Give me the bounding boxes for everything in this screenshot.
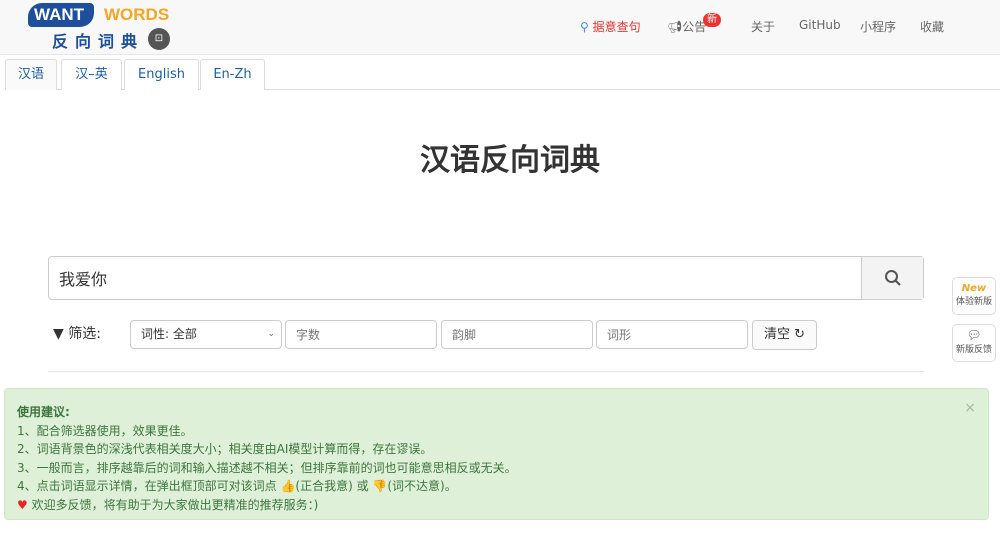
tip-item: 3、一般而言，排序越靠后的词和输入描述越不相关；但排序靠前的词也可能意思相反或无…: [17, 460, 517, 475]
close-icon[interactable]: ×: [964, 399, 976, 418]
filter-label-text: 筛选:: [68, 326, 101, 342]
tab-chinese[interactable]: 汉语: [5, 59, 57, 90]
logo[interactable]: WANT WORDS 反向词典 ⊡: [28, 2, 170, 51]
try-new-version-button[interactable]: New 体验新版: [952, 277, 996, 315]
tab-en-zh[interactable]: En-Zh: [200, 59, 265, 90]
pos-select[interactable]: 词性: 全部 ⌄: [130, 320, 282, 349]
nav-search-label: 据意查句: [592, 20, 641, 34]
word-form-input[interactable]: [596, 320, 748, 349]
tips-title: 使用建议:: [17, 405, 70, 419]
tip-item: 4、点击词语显示详情，在弹出框顶部可对该词点 👍(正合我意) 或 👎(词不达意)…: [17, 479, 457, 493]
nav-about[interactable]: 关于: [751, 18, 775, 35]
search-icon: [884, 270, 901, 286]
rhyme-input[interactable]: [441, 320, 593, 349]
tab-english[interactable]: English: [124, 59, 199, 90]
search-input[interactable]: [49, 257, 862, 299]
pos-select-value: 词性: 全部: [141, 327, 197, 341]
refresh-icon: ↻: [794, 327, 806, 342]
filter-icon: ▼: [53, 326, 64, 342]
filter-label: ▼ 筛选:: [53, 323, 101, 343]
header: WANT WORDS 反向词典 ⊡ ⚲ 据意查句 📢︎公告 新 关于 GitHu…: [0, 0, 1000, 55]
tips-alert: × 使用建议: 1、配合筛选器使用，效果更佳。 2、词语背景色的深浅代表相关度大…: [4, 388, 989, 520]
tip-item: 1、配合筛选器使用，效果更佳。: [17, 423, 193, 438]
tip-footer: ♥ 欢迎多反馈，将有助于为大家做出更精准的推荐服务：): [17, 496, 976, 515]
search-bar: [48, 256, 924, 300]
new-icon: New: [961, 283, 987, 294]
nav-miniprogram[interactable]: 小程序: [860, 18, 896, 35]
char-count-input[interactable]: [285, 320, 437, 349]
megaphone-icon: 📢︎: [667, 20, 683, 34]
nav-favorite[interactable]: 收藏: [920, 18, 944, 35]
logo-words: WORDS: [104, 5, 170, 24]
tip-item: 2、词语背景色的深浅代表相关度大小；相关度由AI模型计算而得，存在谬误。: [17, 442, 433, 456]
tab-chinese-english[interactable]: 汉–英: [61, 59, 122, 90]
new-badge: 新: [703, 13, 721, 27]
image-icon[interactable]: ⊡: [148, 28, 170, 50]
chevron-down-icon: ⌄: [267, 329, 275, 339]
tab-bar: 汉语 汉–英 English En-Zh: [5, 59, 1000, 90]
nav-github[interactable]: GitHub: [799, 18, 841, 32]
search-button[interactable]: [861, 257, 923, 299]
clear-button[interactable]: 清空 ↻: [752, 320, 817, 350]
divider: [48, 371, 924, 372]
search-icon: ⚲: [580, 20, 589, 34]
logo-cn: 反向词典: [52, 32, 145, 51]
logo-want: WANT: [28, 3, 95, 27]
clear-label: 清空: [763, 327, 790, 342]
tip-footer-text: 欢迎多反馈，将有助于为大家做出更精准的推荐服务：): [31, 497, 319, 512]
feedback-button[interactable]: 💬︎ 新版反馈: [952, 324, 996, 362]
feedback-label: 新版反馈: [955, 345, 992, 355]
chat-bubble-icon: 💬︎: [966, 328, 982, 342]
page-title: 汉语反向词典: [420, 143, 600, 178]
try-new-label: 体验新版: [955, 297, 992, 307]
nav-notice[interactable]: 📢︎公告: [667, 18, 706, 35]
heart-icon: ♥: [17, 497, 28, 512]
nav-search-sentence[interactable]: ⚲ 据意查句: [580, 18, 641, 35]
